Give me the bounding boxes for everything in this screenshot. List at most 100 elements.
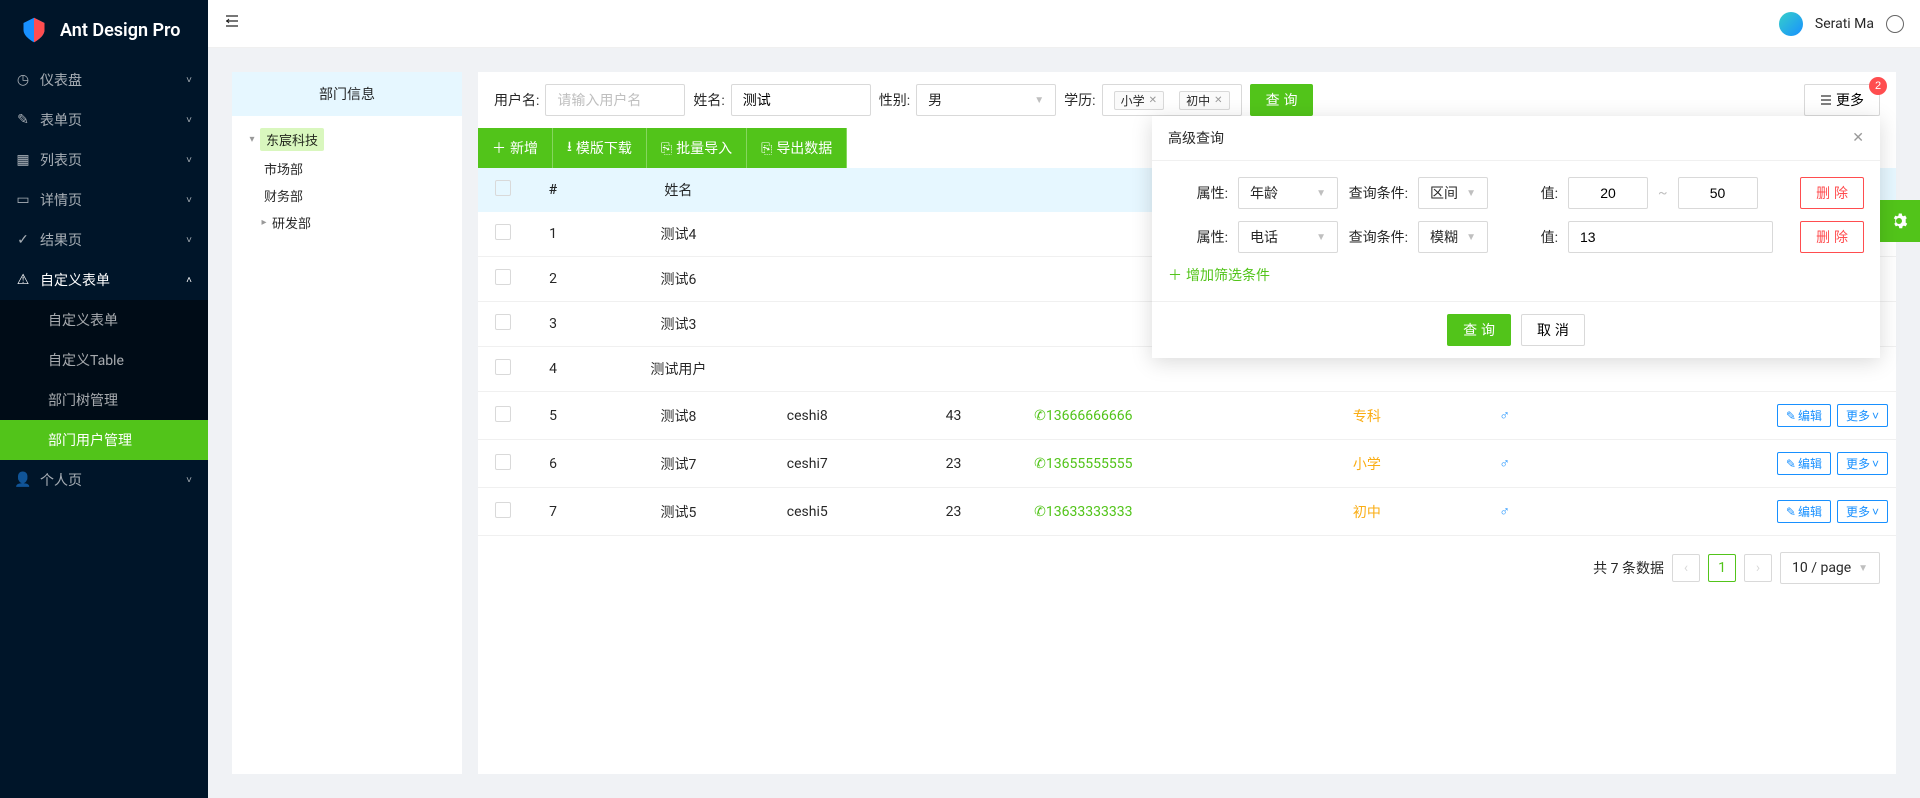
adv-attr-select[interactable]: 年龄▼: [1238, 177, 1338, 209]
next-page[interactable]: ›: [1744, 554, 1772, 582]
adv-filter-row: 属性: 电话▼ 查询条件: 模糊▼ 值: 删 除: [1168, 221, 1864, 253]
sidebar-subitem[interactable]: 部门用户管理: [0, 420, 208, 460]
phone-icon: ✆: [1034, 408, 1046, 424]
edu-select[interactable]: 小学✕ 初中✕: [1102, 84, 1242, 116]
col-index: #: [528, 168, 578, 212]
edu-tag[interactable]: 初中✕: [1179, 91, 1229, 110]
sidebar-item[interactable]: ⚠自定义表单˄: [0, 260, 208, 300]
adv-cond-select[interactable]: 区间▼: [1418, 177, 1488, 209]
tree-node[interactable]: 财务部: [236, 182, 458, 209]
gender-label: 性别:: [879, 90, 910, 110]
sidebar-item[interactable]: ✓结果页˅: [0, 220, 208, 260]
edu-text: 初中: [1353, 505, 1381, 521]
phone-link[interactable]: ✆13633333333: [1034, 504, 1132, 520]
export-button[interactable]: ⎘导出数据: [747, 128, 847, 168]
add-button[interactable]: ＋新增: [478, 128, 553, 168]
adv-delete-button[interactable]: 删 除: [1800, 177, 1864, 209]
phone-link[interactable]: ✆13666666666: [1034, 408, 1132, 424]
logo-icon: [20, 16, 48, 44]
sidebar-item[interactable]: ▭详情页˅: [0, 180, 208, 220]
username[interactable]: Serati Ma: [1815, 16, 1874, 32]
username-label: 用户名:: [494, 90, 539, 110]
chevron-down-icon: ▼: [1466, 188, 1476, 199]
badge: 2: [1869, 77, 1887, 95]
row-more-button[interactable]: 更多 ˅: [1837, 500, 1888, 523]
adv-val-input[interactable]: [1568, 221, 1773, 253]
adv-delete-button[interactable]: 删 除: [1800, 221, 1864, 253]
adv-val-to[interactable]: [1678, 177, 1758, 209]
male-icon: ♂: [1499, 456, 1510, 472]
logo[interactable]: Ant Design Pro: [0, 0, 208, 60]
phone-link[interactable]: ✆13655555555: [1034, 456, 1132, 472]
sidebar-subitem[interactable]: 部门树管理: [0, 380, 208, 420]
select-all-checkbox[interactable]: [495, 180, 511, 196]
chevron-up-icon: ˄: [186, 275, 192, 286]
tree-switcher-icon[interactable]: ▾: [244, 134, 260, 145]
edit-button[interactable]: ✎编辑: [1777, 404, 1831, 427]
dept-tree: ▾东宸科技市场部财务部▸研发部: [232, 116, 462, 244]
adv-cond-select[interactable]: 模糊▼: [1418, 221, 1488, 253]
tree-node[interactable]: 市场部: [236, 155, 458, 182]
plus-icon: ＋: [492, 138, 506, 158]
menu-fold-icon[interactable]: [224, 13, 240, 34]
gender-select[interactable]: 男 ▼: [916, 84, 1056, 116]
row-checkbox[interactable]: [495, 502, 511, 518]
adv-val-from[interactable]: [1568, 177, 1648, 209]
chevron-down-icon: ˅: [186, 475, 192, 486]
row-more-button[interactable]: 更多 ˅: [1837, 404, 1888, 427]
table-row: 5 测试8 ceshi8 43 ✆13666666666 专科 ♂ ✎编辑 更多…: [478, 392, 1896, 440]
row-checkbox[interactable]: [495, 454, 511, 470]
edit-button[interactable]: ✎编辑: [1777, 452, 1831, 475]
search-button[interactable]: 查 询: [1250, 84, 1314, 116]
page-size-select[interactable]: 10 / page▼: [1780, 552, 1880, 584]
table-panel: 用户名: 姓名: 性别: 男 ▼ 学: [478, 72, 1896, 774]
page-number[interactable]: 1: [1708, 554, 1736, 582]
row-checkbox[interactable]: [495, 406, 511, 422]
close-icon[interactable]: ✕: [1852, 130, 1864, 146]
sidebar-item[interactable]: ✎表单页˅: [0, 100, 208, 140]
row-more-button[interactable]: 更多 ˅: [1837, 452, 1888, 475]
prev-page[interactable]: ‹: [1672, 554, 1700, 582]
chevron-down-icon: ▼: [1316, 232, 1326, 243]
chevron-down-icon: ˅: [1872, 457, 1879, 471]
username-input[interactable]: [545, 84, 685, 116]
tree-node[interactable]: ▾东宸科技: [236, 124, 458, 155]
sidebar-subitem[interactable]: 自定义表单: [0, 300, 208, 340]
sidebar-subitem[interactable]: 自定义Table: [0, 340, 208, 380]
avatar[interactable]: [1779, 12, 1803, 36]
chevron-down-icon: ▼: [1858, 563, 1868, 574]
tree-node[interactable]: ▸研发部: [236, 209, 458, 236]
tree-switcher-icon[interactable]: ▸: [256, 217, 272, 228]
male-icon: ♂: [1499, 504, 1510, 520]
table-icon: ▦: [16, 152, 30, 168]
batch-import-button[interactable]: ⎘批量导入: [647, 128, 747, 168]
sidebar-item[interactable]: ▦列表页˅: [0, 140, 208, 180]
row-checkbox[interactable]: [495, 224, 511, 240]
chevron-down-icon: ▼: [1316, 188, 1326, 199]
edit-icon: ✎: [1786, 505, 1796, 519]
add-condition-button[interactable]: ＋增加筛选条件: [1168, 265, 1270, 285]
row-checkbox[interactable]: [495, 314, 511, 330]
col-name: 姓名: [578, 168, 779, 212]
phone-icon: ✆: [1034, 504, 1046, 520]
adv-title: 高级查询: [1168, 128, 1224, 148]
adv-cancel-button[interactable]: 取 消: [1521, 314, 1585, 346]
detail-icon: ▭: [16, 192, 30, 208]
sidebar-item[interactable]: 👤个人页˅: [0, 460, 208, 500]
close-icon[interactable]: ✕: [1149, 95, 1157, 106]
settings-fab[interactable]: [1878, 200, 1920, 242]
row-checkbox[interactable]: [495, 269, 511, 285]
user-icon: 👤: [16, 472, 30, 488]
download-icon: ⭳: [567, 136, 572, 160]
name-input[interactable]: [731, 84, 871, 116]
row-checkbox[interactable]: [495, 359, 511, 375]
language-icon[interactable]: [1886, 15, 1904, 33]
edu-tag[interactable]: 小学✕: [1114, 91, 1164, 110]
sidebar-item[interactable]: ◷仪表盘˅: [0, 60, 208, 100]
close-icon[interactable]: ✕: [1214, 95, 1222, 106]
adv-query-button[interactable]: 查 询: [1447, 314, 1511, 346]
more-button[interactable]: 更多 2: [1804, 84, 1880, 116]
adv-attr-select[interactable]: 电话▼: [1238, 221, 1338, 253]
edit-button[interactable]: ✎编辑: [1777, 500, 1831, 523]
template-download-button[interactable]: ⭳模版下载: [553, 128, 647, 168]
